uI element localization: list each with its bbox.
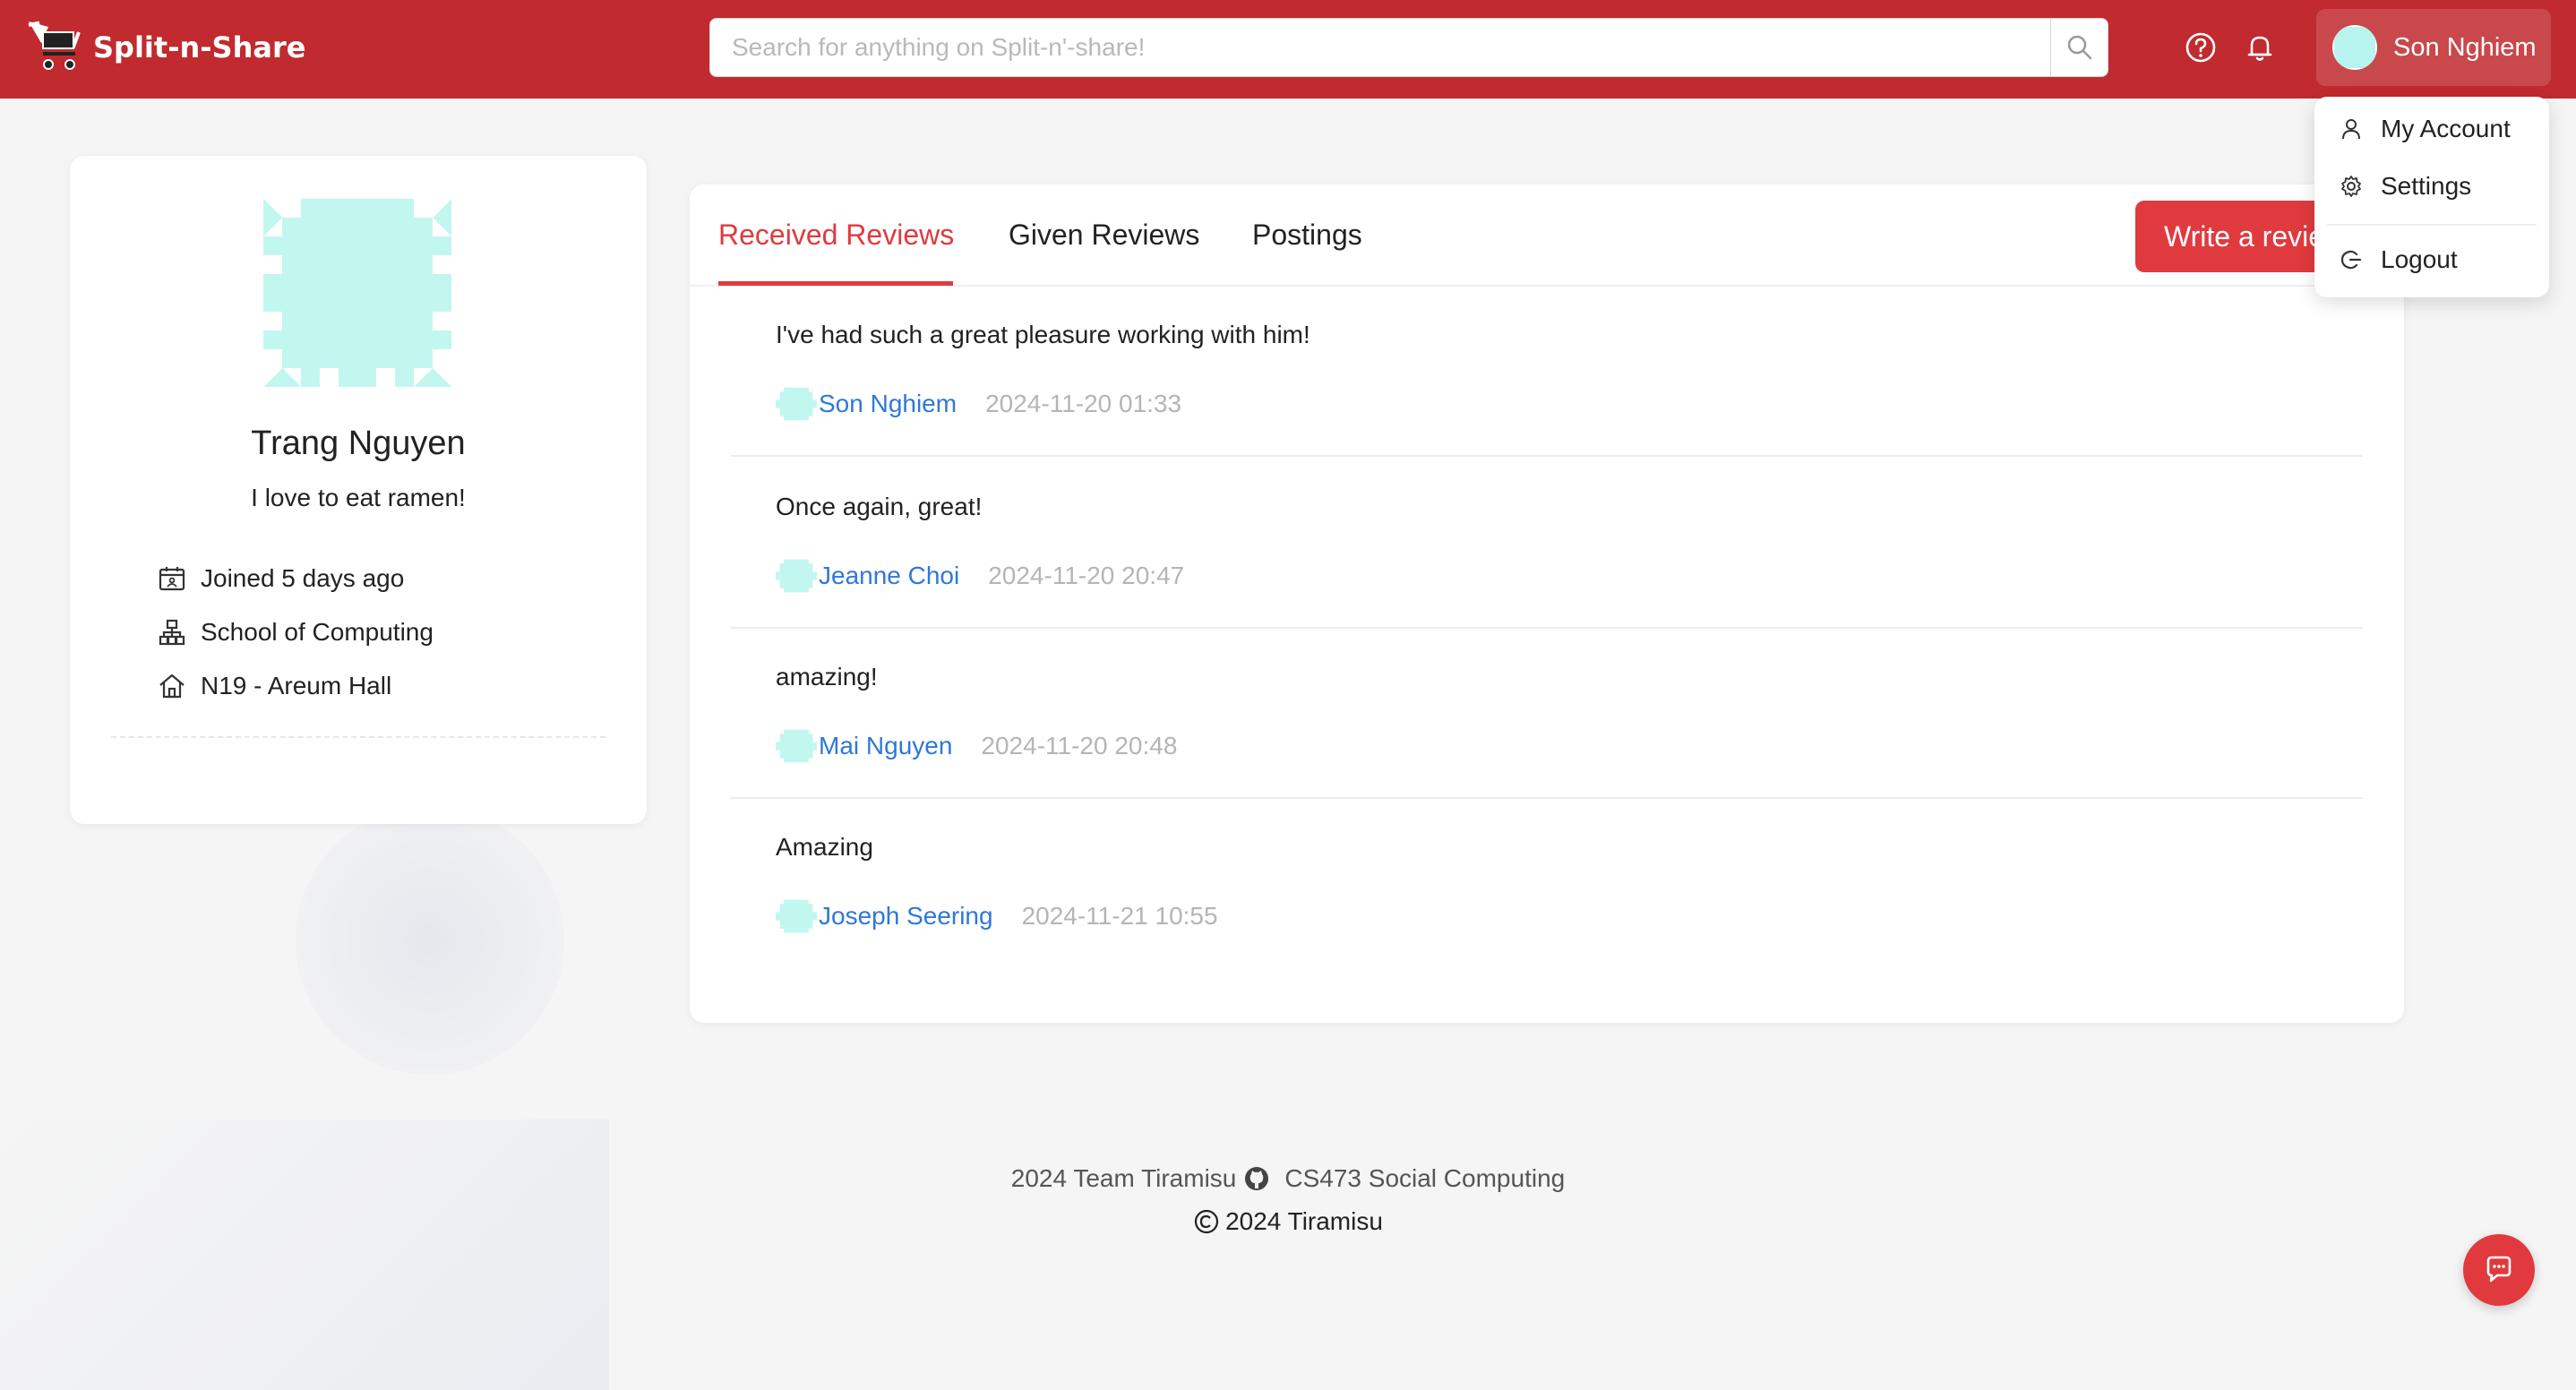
footer-team: 2024 Team Tiramisu: [1010, 1164, 1237, 1192]
review-date: 2024-11-20 20:47: [988, 562, 1185, 589]
user-name: Son Nghiem: [2393, 32, 2537, 62]
review-text: I've had such a great pleasure working w…: [776, 321, 1310, 348]
identicon-icon: [2334, 27, 2375, 68]
chat-icon: [2486, 1256, 2512, 1283]
reviewer-avatar: [776, 387, 817, 421]
review-item: amazing! Mai Nguyen 2024-11-20 20:48: [731, 629, 2363, 799]
review-text: Amazing: [776, 833, 873, 861]
profile-name: Trang Nguyen: [251, 425, 466, 462]
reviewer-name-link[interactable]: Mai Nguyen: [819, 732, 952, 760]
search-icon: [2067, 35, 2091, 60]
app-name: Split-n-Share: [93, 30, 306, 64]
logout-icon: [2340, 250, 2362, 270]
review-meta: Jeanne Choi 2024-11-20 20:47: [776, 555, 1184, 596]
review-date: 2024-11-21 10:55: [1021, 902, 1218, 930]
reviewer-avatar: [776, 559, 817, 593]
reviewer-name-link[interactable]: Joseph Seering: [819, 902, 993, 931]
user-menu-button[interactable]: Son Nghiem: [2316, 9, 2551, 86]
menu-item-my-account[interactable]: My Account: [2340, 115, 2511, 143]
bell-icon[interactable]: [2243, 30, 2277, 64]
reviewer-avatar: [776, 899, 817, 933]
app-logo[interactable]: Split-n-Share: [25, 20, 305, 75]
calendar-icon: [159, 567, 185, 591]
review-item: Amazing Joseph Seering 2024-11-21 10:55: [731, 799, 2363, 969]
review-date: 2024-11-20 01:33: [985, 390, 1182, 417]
profile-identicon-icon: [263, 199, 451, 387]
avatar: [2332, 25, 2377, 70]
review-item: Once again, great! Jeanne Choi 2024-11-2…: [731, 459, 2363, 629]
org-chart-icon: [159, 619, 185, 646]
user-dropdown-menu: My Account Settings Logout: [2314, 97, 2549, 297]
review-date: 2024-11-20 20:48: [981, 732, 1178, 759]
active-tab-indicator: [718, 281, 953, 286]
review-meta: Joseph Seering 2024-11-21 10:55: [776, 896, 1218, 937]
footer-course: CS473 Social Computing: [1284, 1164, 1566, 1192]
profile-address-text: N19 - Areum Hall: [201, 672, 392, 699]
profile-school: School of Computing: [158, 618, 434, 647]
tab-postings[interactable]: Postings: [1252, 219, 1362, 252]
reviews-panel: Received Reviews Given Reviews Postings …: [690, 184, 2404, 1023]
profile-address: N19 - Areum Hall: [158, 672, 391, 700]
copyright-icon: [1194, 1209, 1219, 1234]
menu-item-logout[interactable]: Logout: [2340, 245, 2458, 274]
review-item: I've had such a great pleasure working w…: [731, 287, 2363, 457]
review-text: Once again, great!: [776, 493, 983, 520]
help-icon[interactable]: [2184, 30, 2218, 64]
tabs-bar: Received Reviews Given Reviews Postings …: [690, 184, 2404, 287]
review-meta: Mai Nguyen 2024-11-20 20:48: [776, 725, 1177, 767]
background-blob: [296, 806, 564, 1075]
profile-divider: [111, 736, 605, 738]
tab-given-reviews[interactable]: Given Reviews: [1009, 219, 1199, 252]
profile-joined-text: Joined 5 days ago: [201, 564, 405, 592]
home-icon: [159, 674, 185, 699]
search-bar: [709, 18, 2108, 77]
tab-received-reviews[interactable]: Received Reviews: [718, 219, 954, 252]
menu-item-label: My Account: [2381, 115, 2511, 142]
github-icon[interactable]: [1243, 1165, 1270, 1192]
top-navbar: Split-n-Share Son Nghiem: [0, 0, 2576, 99]
review-meta: Son Nghiem 2024-11-20 01:33: [776, 383, 1181, 425]
reviewer-avatar: [776, 729, 817, 763]
background-decoration: [0, 1120, 609, 1390]
profile-joined: Joined 5 days ago: [158, 564, 404, 593]
menu-item-label: Settings: [2381, 172, 2472, 200]
profile-card: Trang Nguyen I love to eat ramen! Joined…: [70, 156, 647, 824]
search-button[interactable]: [2050, 19, 2108, 76]
menu-item-label: Logout: [2381, 245, 2458, 273]
footer-copyright-text: 2024 Tiramisu: [1225, 1207, 1383, 1235]
shopping-cart-logo-icon: [28, 21, 81, 70]
menu-divider: [2327, 224, 2537, 226]
search-input[interactable]: [710, 19, 2050, 76]
profile-bio: I love to eat ramen!: [251, 484, 466, 511]
user-icon: [2342, 119, 2360, 140]
chat-button[interactable]: [2463, 1234, 2535, 1306]
reviewer-name-link[interactable]: Jeanne Choi: [819, 562, 959, 590]
menu-item-settings[interactable]: Settings: [2340, 172, 2471, 201]
profile-school-text: School of Computing: [201, 618, 434, 646]
review-text: amazing!: [776, 663, 878, 691]
reviewer-name-link[interactable]: Son Nghiem: [819, 390, 957, 418]
footer-copyright: 2024 Tiramisu: [0, 1207, 2576, 1236]
gear-icon: [2341, 176, 2361, 197]
footer-credits: 2024 Team Tiramisu CS473 Social Computin…: [0, 1164, 2576, 1193]
